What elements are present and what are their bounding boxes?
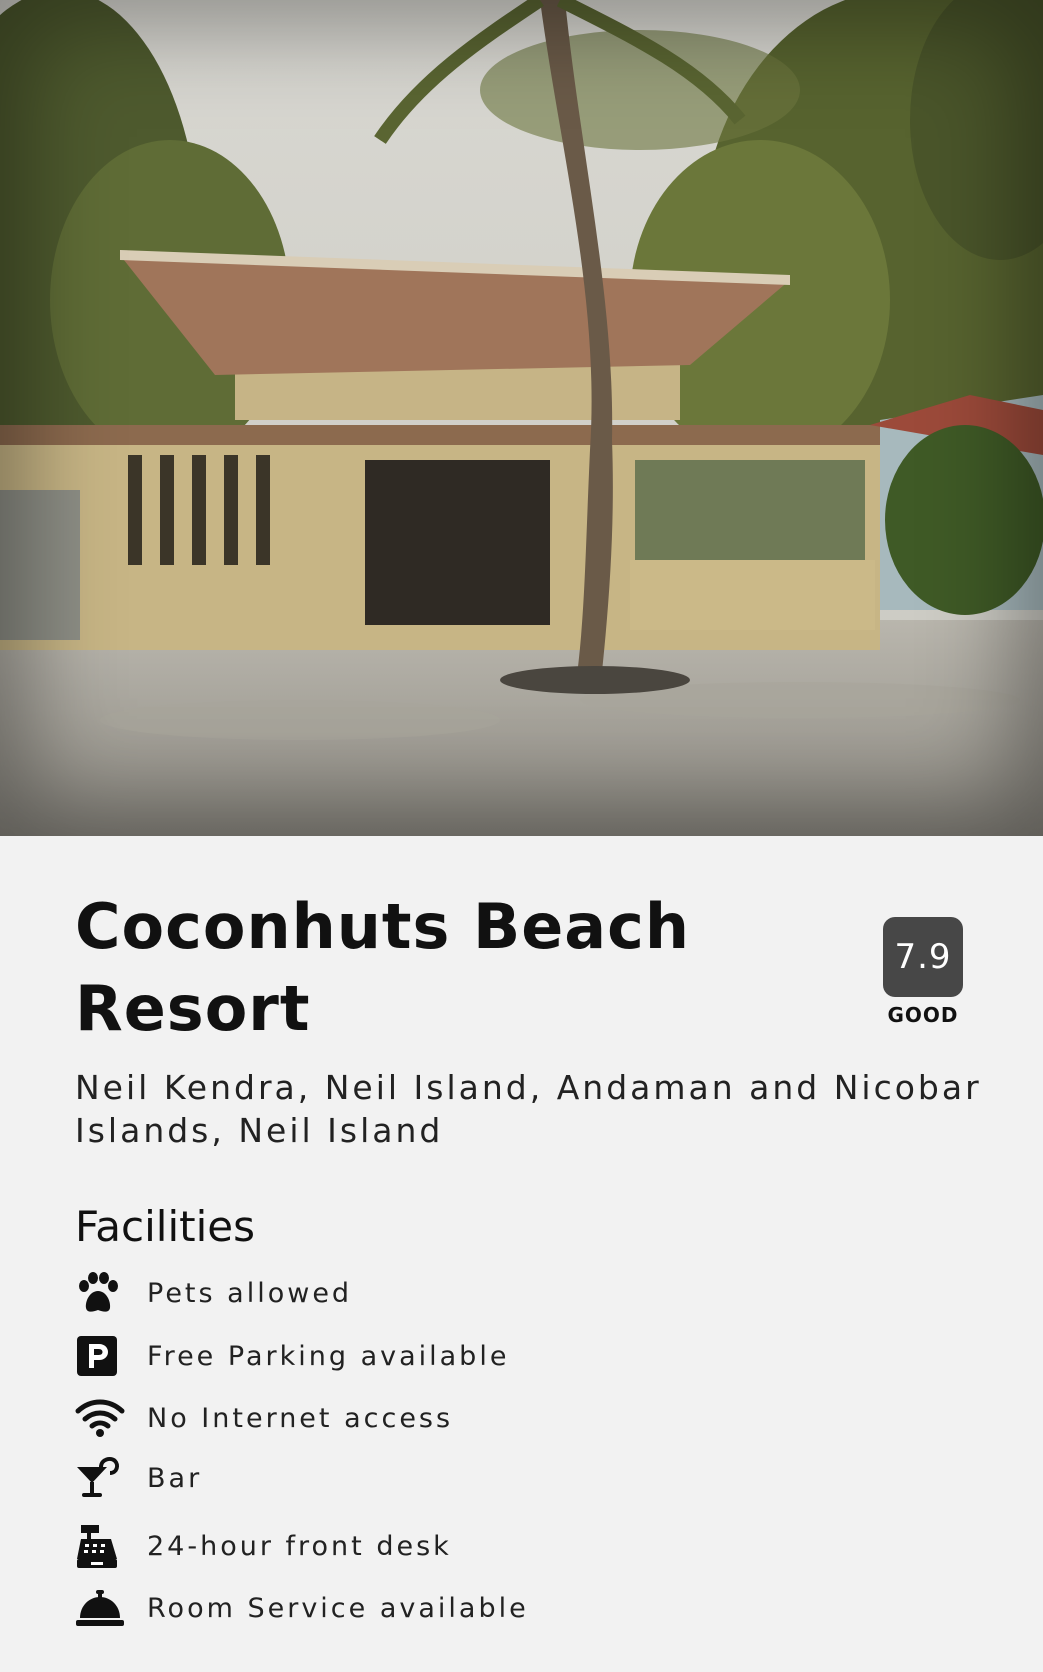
facility-item: No Internet access [75, 1393, 453, 1443]
facility-item: Pets allowed [75, 1268, 352, 1318]
hotel-name: Coconhuts Beach Resort [75, 890, 691, 1045]
facility-label: Free Parking available [147, 1340, 510, 1372]
cocktail-icon [75, 1453, 127, 1503]
facility-label: Room Service available [147, 1592, 529, 1624]
facility-label: 24-hour front desk [147, 1530, 452, 1562]
concierge-bell-icon [75, 1583, 127, 1633]
paw-icon [75, 1268, 127, 1318]
cash-register-icon [75, 1521, 127, 1571]
facility-item: Bar [75, 1453, 202, 1503]
wifi-icon [75, 1393, 127, 1443]
facility-item: 24-hour front desk [75, 1521, 452, 1571]
facility-label: Pets allowed [147, 1277, 353, 1309]
rating-label: GOOD [887, 1003, 959, 1027]
facility-item: Free Parking available [75, 1331, 509, 1381]
facilities-heading: Facilities [75, 1202, 255, 1251]
facility-label: No Internet access [147, 1402, 454, 1434]
hotel-address: Neil Kendra, Neil Island, Andaman and Ni… [75, 1068, 982, 1150]
hotel-photo [0, 0, 1043, 836]
rating-badge: 7.9 GOOD [883, 917, 963, 1027]
facility-item: Room Service available [75, 1583, 529, 1633]
facility-label: Bar [147, 1462, 203, 1494]
rating-score: 7.9 [883, 917, 963, 997]
parking-icon [75, 1331, 127, 1381]
